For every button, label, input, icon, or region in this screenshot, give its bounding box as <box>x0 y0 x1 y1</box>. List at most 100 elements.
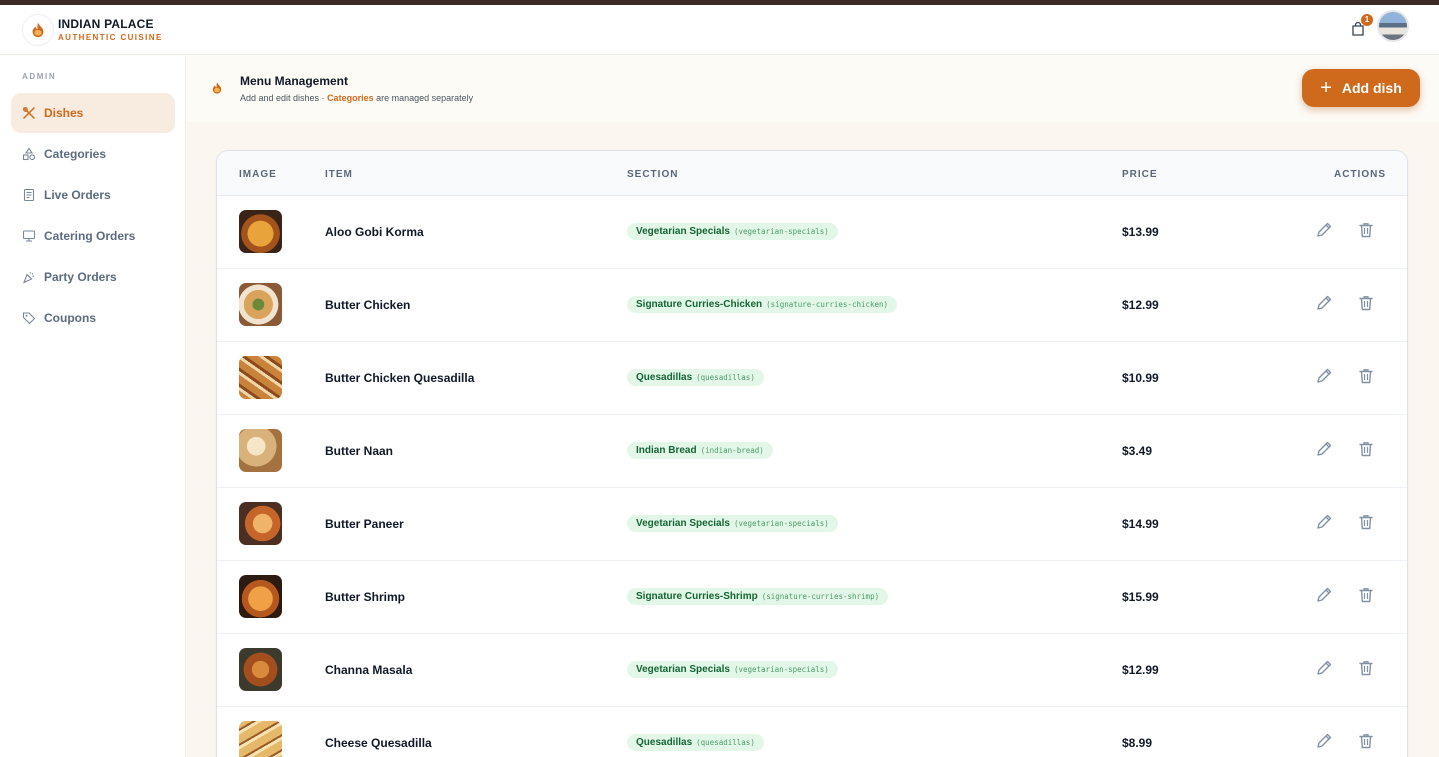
section-name: Signature Curries-Shrimp <box>636 591 758 602</box>
section-slug: (vegetarian-specials) <box>733 519 829 528</box>
flame-icon <box>212 82 222 94</box>
pencil-icon <box>1317 295 1332 310</box>
section-name: Quesadillas <box>636 737 693 748</box>
section-slug: (vegetarian-specials) <box>733 227 829 236</box>
dish-name: Butter Shrimp <box>325 590 406 604</box>
table-row: Cheese Quesadilla Quesadillas (quesadillas… <box>217 707 1407 757</box>
section-badge: Vegetarian Specials (vegetarian-specials) <box>627 223 838 240</box>
add-dish-label: Add dish <box>1341 80 1402 96</box>
dish-image <box>239 648 282 691</box>
categories-link[interactable]: Categories <box>327 93 374 103</box>
edit-button[interactable] <box>1314 585 1334 605</box>
section-name: Vegetarian Specials <box>636 518 730 529</box>
dish-price: $14.99 <box>1122 517 1159 531</box>
sidebar-item-label: Live Orders <box>44 188 111 202</box>
table-header: IMAGE ITEM SECTION PRICE ACTIONS <box>217 151 1407 196</box>
edit-button[interactable] <box>1314 512 1334 532</box>
add-dish-button[interactable]: + Add dish <box>1302 69 1420 107</box>
sidebar-item-party-orders[interactable]: Party Orders <box>11 257 175 297</box>
sidebar-item-label: Categories <box>44 147 107 161</box>
section-slug: (signature-curries-chicken) <box>766 300 889 309</box>
table-row: Butter Naan Indian Bread (indian-bread) $3.… <box>217 415 1407 488</box>
section-slug: (vegetarian-specials) <box>733 665 829 674</box>
dish-price: $13.99 <box>1122 225 1159 239</box>
monitor-icon <box>22 229 36 243</box>
app-header: INDIAN PALACE AUTHENTIC CUISINE 1 <box>0 5 1439 55</box>
section-slug: (indian-bread) <box>700 446 764 455</box>
utensils-icon <box>22 106 36 120</box>
edit-button[interactable] <box>1314 293 1334 313</box>
section-badge: Quesadillas (quesadillas) <box>627 734 764 751</box>
delete-button[interactable] <box>1356 658 1376 678</box>
trash-icon <box>1359 442 1373 457</box>
page-subtitle: Add and edit dishes · Categories are man… <box>240 93 473 103</box>
section-badge: Quesadillas (quesadillas) <box>627 369 764 386</box>
section-badge: Vegetarian Specials (vegetarian-specials) <box>627 515 838 532</box>
sidebar-item-coupons[interactable]: Coupons <box>11 298 175 338</box>
dish-image <box>239 283 282 326</box>
sidebar-item-dishes[interactable]: Dishes <box>11 93 175 133</box>
sidebar-item-label: Party Orders <box>44 270 117 284</box>
pencil-icon <box>1317 660 1332 675</box>
table-row: Butter Shrimp Signature Curries-Shrimp (si… <box>217 561 1407 634</box>
section-badge: Vegetarian Specials (vegetarian-specials) <box>627 661 838 678</box>
sidebar-heading: ADMIN <box>22 72 57 81</box>
dishes-table: IMAGE ITEM SECTION PRICE ACTIONS Aloo Go… <box>216 150 1408 757</box>
brand[interactable]: INDIAN PALACE AUTHENTIC CUISINE <box>22 14 163 46</box>
section-slug: (signature-curries-shrimp) <box>761 592 880 601</box>
table-row: Channa Masala Vegetarian Specials (vegetar… <box>217 634 1407 707</box>
cart-button[interactable]: 1 <box>1349 14 1373 38</box>
trash-icon <box>1359 588 1373 603</box>
cart-count-badge: 1 <box>1361 14 1373 26</box>
dish-price: $3.49 <box>1122 444 1153 458</box>
table-row: Butter Chicken Signature Curries-Chicken(… <box>217 269 1407 342</box>
section-name: Vegetarian Specials <box>636 226 730 237</box>
edit-button[interactable] <box>1314 731 1334 751</box>
dish-image <box>239 575 282 618</box>
column-header-image: IMAGE <box>239 169 277 180</box>
delete-button[interactable] <box>1356 366 1376 386</box>
page-subtitle-suffix: are managed separately <box>373 93 474 103</box>
pencil-icon <box>1317 368 1332 383</box>
dish-name: Butter Naan <box>325 444 394 458</box>
pencil-icon <box>1317 514 1332 529</box>
sidebar-item-catering-orders[interactable]: Catering Orders <box>11 216 175 256</box>
shapes-icon <box>22 147 36 161</box>
dish-name: Butter Paneer <box>325 517 404 531</box>
dish-price: $8.99 <box>1122 736 1153 750</box>
dish-name: Channa Masala <box>325 663 413 677</box>
sidebar-item-categories[interactable]: Categories <box>11 134 175 174</box>
table-row: Aloo Gobi Korma Vegetarian Specials (veget… <box>217 196 1407 269</box>
delete-button[interactable] <box>1356 585 1376 605</box>
plus-icon: + <box>1320 77 1332 99</box>
delete-button[interactable] <box>1356 439 1376 459</box>
edit-button[interactable] <box>1314 366 1334 386</box>
delete-button[interactable] <box>1356 220 1376 240</box>
flame-logo-icon <box>22 14 54 46</box>
column-header-section: SECTION <box>627 169 679 180</box>
section-badge: Signature Curries-Shrimp (signature-curri… <box>627 588 889 605</box>
section-name: Quesadillas <box>636 372 693 383</box>
section-name: Indian Bread <box>636 445 697 456</box>
delete-button[interactable] <box>1356 512 1376 532</box>
delete-button[interactable] <box>1356 731 1376 751</box>
column-header-item: ITEM <box>325 169 353 180</box>
party-popper-icon <box>22 270 36 284</box>
dish-image <box>239 356 282 399</box>
sidebar: ADMIN Dishes Categories Live Orders Cate… <box>0 56 186 757</box>
dish-price: $12.99 <box>1122 663 1159 677</box>
edit-button[interactable] <box>1314 439 1334 459</box>
page-subtitle-prefix: Add and edit dishes · <box>240 93 328 103</box>
section-slug: (quesadillas) <box>696 738 755 747</box>
dish-price: $10.99 <box>1122 371 1159 385</box>
sidebar-item-live-orders[interactable]: Live Orders <box>11 175 175 215</box>
delete-button[interactable] <box>1356 293 1376 313</box>
edit-button[interactable] <box>1314 220 1334 240</box>
edit-button[interactable] <box>1314 658 1334 678</box>
section-name: Signature Curries-Chicken <box>636 299 763 310</box>
table-row: Butter Paneer Vegetarian Specials (vegetar… <box>217 488 1407 561</box>
dish-name: Cheese Quesadilla <box>325 736 432 750</box>
user-avatar[interactable] <box>1377 10 1409 42</box>
dish-name: Butter Chicken <box>325 298 411 312</box>
sidebar-item-label: Dishes <box>44 106 84 120</box>
